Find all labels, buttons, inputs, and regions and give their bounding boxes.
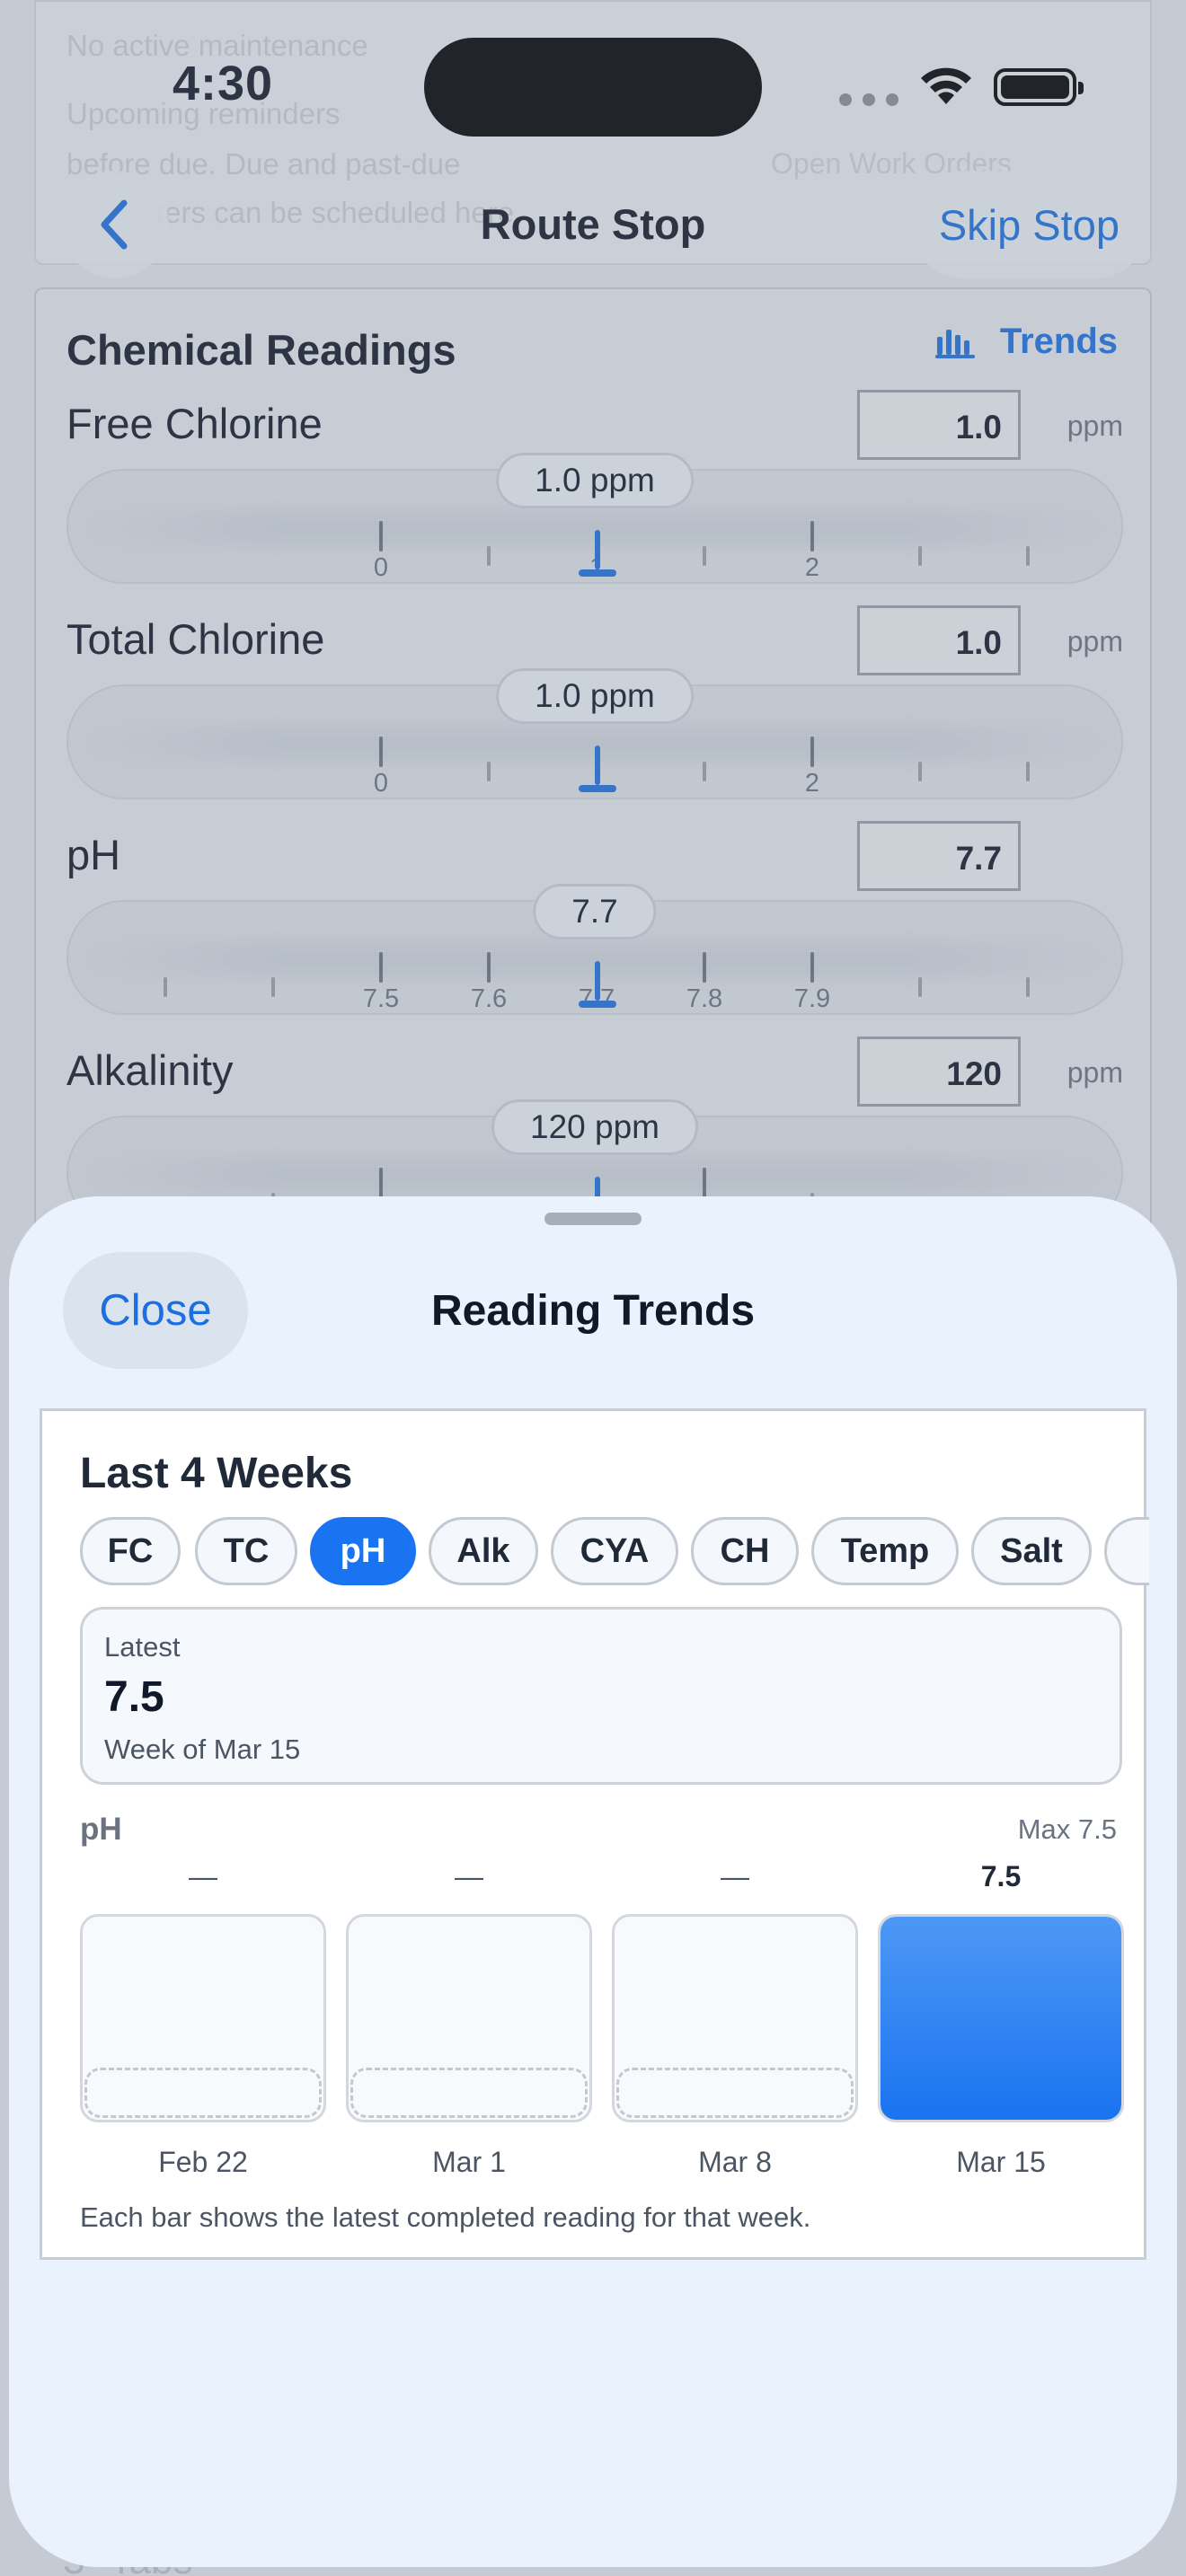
bar-category-label: Mar 8	[698, 2146, 772, 2178]
bar-column: — Mar 1	[346, 1860, 592, 2178]
bar-value-label: —	[189, 1860, 217, 1892]
chart-max-label: Max 7.5	[1017, 1813, 1117, 1845]
latest-value: 7.5	[104, 1673, 164, 1721]
chip-alk[interactable]: Alk	[429, 1517, 538, 1585]
latest-caption: Latest	[104, 1631, 181, 1663]
bar-empty-placeholder	[84, 2068, 322, 2118]
bar-category-label: Mar 15	[956, 2146, 1046, 2178]
chip-cya[interactable]: CYA	[551, 1517, 678, 1585]
bar-value-label: —	[455, 1860, 483, 1892]
chip-ch[interactable]: CH	[691, 1517, 799, 1585]
bar-column: — Feb 22	[80, 1860, 326, 2178]
bar-value-label: 7.5	[980, 1860, 1022, 1892]
bar-frame	[612, 1914, 858, 2122]
chart-footnote: Each bar shows the latest completed read…	[80, 2201, 811, 2233]
bar-frame	[878, 1914, 1124, 2122]
chip-partial[interactable]	[1104, 1517, 1149, 1585]
bar-value-label: —	[721, 1860, 749, 1892]
chip-ph[interactable]: pH	[310, 1517, 416, 1585]
latest-week: Week of Mar 15	[104, 1734, 301, 1765]
bar-category-label: Mar 1	[432, 2146, 506, 2178]
metric-chip-bar[interactable]: FC TC pH Alk CYA CH Temp Salt	[80, 1517, 1149, 1589]
bar-empty-placeholder	[616, 2068, 854, 2118]
trend-heading: Last 4 Weeks	[80, 1450, 353, 1497]
trend-card: Last 4 Weeks FC TC pH Alk CYA CH Temp Sa…	[40, 1408, 1149, 2260]
latest-reading-box: Latest 7.5 Week of Mar 15	[80, 1607, 1122, 1785]
bar-frame	[80, 1914, 326, 2122]
chip-fc[interactable]: FC	[80, 1517, 181, 1585]
chip-tc[interactable]: TC	[195, 1517, 297, 1585]
chip-salt[interactable]: Salt	[971, 1517, 1092, 1585]
bar-column: — Mar 8	[612, 1860, 858, 2178]
bar-fill	[881, 1917, 1121, 2120]
bar-frame	[346, 1914, 592, 2122]
chip-temp[interactable]: Temp	[811, 1517, 959, 1585]
reading-trends-sheet: Close Reading Trends Last 4 Weeks FC TC …	[9, 1196, 1177, 2567]
bar-empty-placeholder	[350, 2068, 588, 2118]
chart-metric-label: pH	[80, 1812, 122, 1847]
bar-column: 7.5 Mar 15	[878, 1860, 1124, 2178]
bar-category-label: Feb 22	[158, 2146, 248, 2178]
sheet-title: Reading Trends	[430, 1287, 756, 1335]
sheet-grabber[interactable]	[544, 1213, 642, 1225]
